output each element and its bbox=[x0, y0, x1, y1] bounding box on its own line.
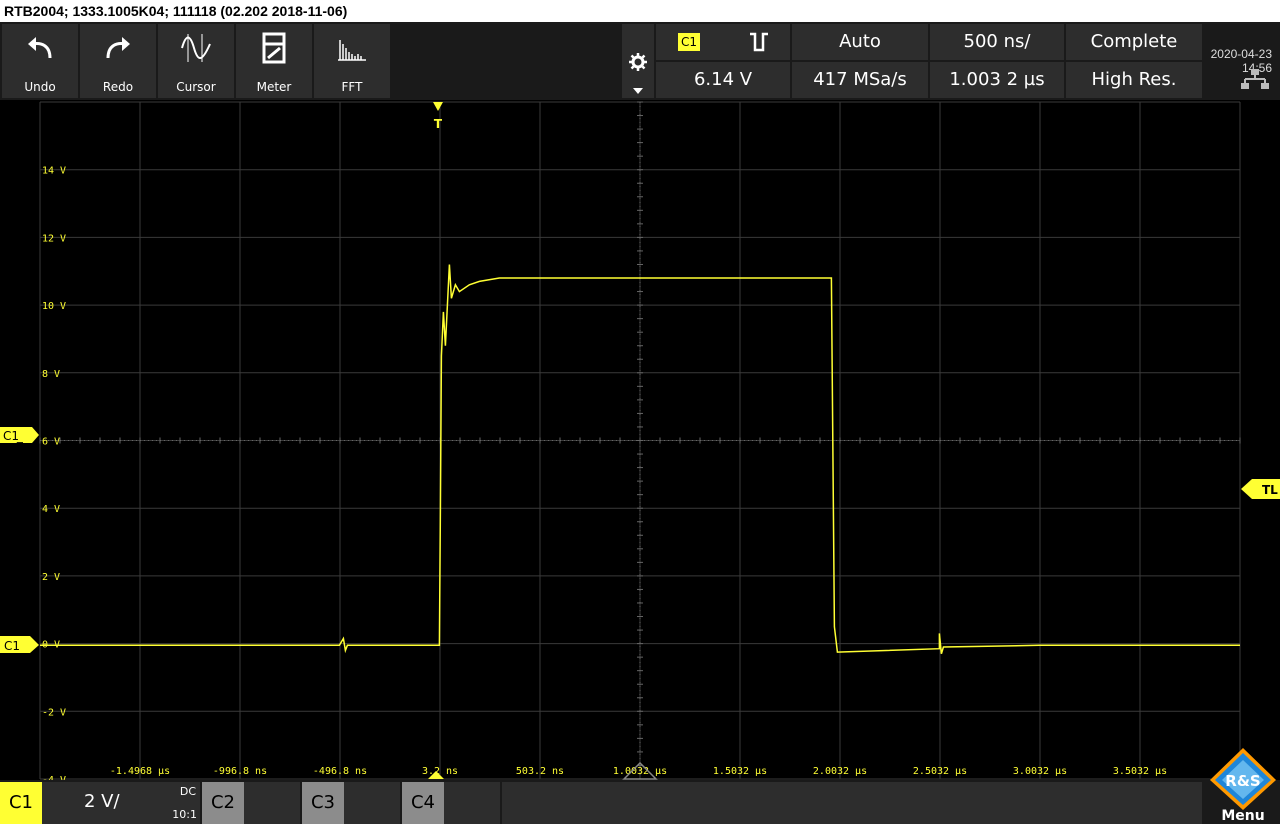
x-tick-label: 2.0032 µs bbox=[813, 766, 867, 777]
undo-icon bbox=[28, 37, 52, 59]
x-tick-label: -996.8 ns bbox=[213, 766, 267, 777]
trigger-level-marker[interactable]: TL bbox=[1241, 479, 1280, 499]
channel-c2-button[interactable]: C2 bbox=[202, 782, 244, 824]
date: 2020-04-23 bbox=[1210, 47, 1272, 61]
y-tick-label: 2 V bbox=[42, 572, 60, 583]
svg-text:R&S: R&S bbox=[1225, 772, 1260, 790]
x-tick-label: 503.2 ns bbox=[516, 766, 564, 777]
undo-label: Undo bbox=[24, 80, 56, 94]
menu-label: Menu bbox=[1221, 808, 1265, 824]
trigger-mode[interactable]: Auto bbox=[792, 24, 928, 60]
trigger-source[interactable]: C1 bbox=[656, 24, 790, 60]
trigger-marker-label: T bbox=[434, 117, 443, 131]
cursor-icon bbox=[181, 34, 211, 62]
channel-c1-probe: 10:1 bbox=[172, 808, 197, 821]
y-tick-label: 4 V bbox=[42, 504, 60, 515]
meter-icon bbox=[262, 32, 286, 64]
meter-button[interactable]: Meter bbox=[236, 24, 312, 98]
y-tick-label: 12 V bbox=[42, 233, 66, 244]
settings-button[interactable] bbox=[622, 24, 654, 98]
rs-logo: R&S bbox=[1210, 748, 1276, 810]
channel-c1-ground-marker[interactable]: C1 bbox=[0, 636, 39, 653]
channel-c4-button[interactable]: C4 bbox=[402, 782, 444, 824]
x-tick-label: 3.0032 µs bbox=[1013, 766, 1067, 777]
acquisition-status[interactable]: Complete bbox=[1066, 24, 1202, 60]
x-tick-label: 3.5032 µs bbox=[1113, 766, 1167, 777]
y-tick-label: -2 V bbox=[42, 707, 66, 718]
redo-button[interactable]: Redo bbox=[80, 24, 156, 98]
channel-bar-empty bbox=[502, 782, 1202, 824]
cursor-label: Cursor bbox=[176, 80, 216, 94]
channel-c1-button[interactable]: C1 bbox=[0, 782, 42, 824]
menu-button[interactable]: R&S Menu bbox=[1206, 746, 1280, 824]
fft-button[interactable]: FFT bbox=[314, 24, 390, 98]
meter-label: Meter bbox=[256, 80, 292, 94]
channel-c4-settings[interactable] bbox=[444, 782, 500, 824]
acquisition-mode[interactable]: High Res. bbox=[1066, 62, 1202, 98]
channel-c3-settings[interactable] bbox=[344, 782, 400, 824]
x-tick-label: -496.8 ns bbox=[313, 766, 367, 777]
y-tick-label: 10 V bbox=[42, 301, 66, 312]
undo-button[interactable]: Undo bbox=[2, 24, 78, 98]
channel-bar: C1 2 V/ DC 10:1 C2 C3 C4 R&S Menu bbox=[0, 748, 1280, 824]
x-tick-label: -1.4968 µs bbox=[110, 766, 170, 777]
network-icon[interactable] bbox=[1240, 68, 1270, 90]
waveform-display[interactable]: 14 V12 V10 V8 V6 V4 V2 V0 V-2 V-4 V -1.4… bbox=[0, 100, 1280, 780]
sample-rate[interactable]: 417 MSa/s bbox=[792, 62, 928, 98]
channel-c3-button[interactable]: C3 bbox=[302, 782, 344, 824]
channel-c1-trigger-marker[interactable]: C1 ̲ bbox=[0, 427, 39, 443]
cursor-button[interactable]: Cursor bbox=[158, 24, 234, 98]
window-title: RTB2004; 1333.1005K04; 111118 (02.202 20… bbox=[0, 0, 1280, 22]
y-tick-label: 6 V bbox=[42, 437, 60, 448]
trigger-level-label: TL bbox=[1262, 483, 1278, 497]
timebase[interactable]: 500 ns/ bbox=[930, 24, 1064, 60]
redo-label: Redo bbox=[102, 80, 134, 94]
x-tick-label: 1.0032 µs bbox=[613, 766, 667, 777]
fft-icon bbox=[338, 40, 366, 61]
y-tick-label: 8 V bbox=[42, 369, 60, 380]
toolbar: Undo Redo Cursor Meter FFT C1 Auto 500 n… bbox=[0, 22, 1280, 100]
trigger-offset[interactable]: 1.003 2 µs bbox=[930, 62, 1064, 98]
channel-c1-trigger-label: C1 ̲ bbox=[3, 429, 24, 443]
channel-badge: C1 bbox=[678, 33, 700, 51]
channel-c2-settings[interactable] bbox=[244, 782, 300, 824]
x-tick-label: 2.5032 µs bbox=[913, 766, 967, 777]
trigger-edge-icon bbox=[750, 32, 768, 52]
x-tick-label: 1.5032 µs bbox=[713, 766, 767, 777]
channel-c1-coupling: DC bbox=[179, 785, 196, 798]
channel-c1-scale: 2 V/ bbox=[84, 791, 120, 812]
channel-c1-ground-label: C1 bbox=[4, 639, 20, 653]
gear-icon bbox=[629, 53, 647, 71]
trigger-level[interactable]: 6.14 V bbox=[656, 62, 790, 98]
redo-icon bbox=[106, 37, 130, 59]
fft-label: FFT bbox=[341, 80, 363, 94]
chevron-down-icon bbox=[633, 88, 643, 94]
y-tick-label: 14 V bbox=[42, 166, 66, 177]
channel-c1-settings[interactable]: 2 V/ DC 10:1 bbox=[42, 782, 200, 824]
